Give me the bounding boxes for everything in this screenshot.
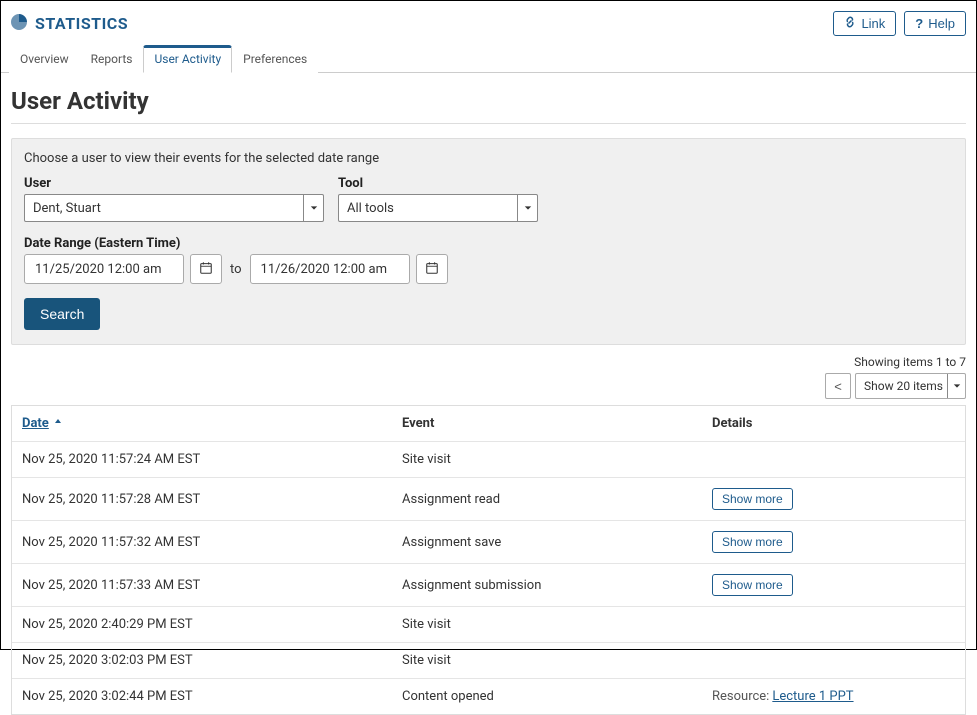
show-more-button[interactable]: Show more (712, 574, 793, 596)
cell-details: Show more (702, 564, 965, 606)
tab-overview[interactable]: Overview (9, 45, 80, 73)
cell-event: Content opened (392, 679, 702, 714)
cell-event: Site visit (392, 607, 702, 642)
cell-event: Site visit (392, 442, 702, 477)
cell-details: Resource:Lecture 1 PPT (702, 679, 965, 714)
user-label: User (24, 176, 324, 191)
sort-asc-icon (49, 416, 63, 431)
show-more-button[interactable]: Show more (712, 488, 793, 510)
statistics-icon (11, 14, 27, 34)
date-to-input[interactable]: 11/26/2020 12:00 am (250, 254, 410, 284)
cell-details (702, 643, 965, 678)
cell-event: Site visit (392, 643, 702, 678)
chevron-down-icon (947, 374, 965, 398)
cell-date: Nov 25, 2020 3:02:03 PM EST (12, 643, 392, 678)
cell-date: Nov 25, 2020 11:57:32 AM EST (12, 521, 392, 563)
resource-label: Resource: (712, 689, 769, 704)
tab-reports[interactable]: Reports (80, 45, 144, 73)
cell-event: Assignment read (392, 478, 702, 520)
cell-details (702, 442, 965, 477)
table-row: Nov 25, 2020 11:57:28 AM ESTAssignment r… (12, 478, 965, 521)
cell-event: Assignment save (392, 521, 702, 563)
date-from-input[interactable]: 11/25/2020 12:00 am (24, 254, 184, 284)
cell-details: Show more (702, 521, 965, 563)
date-range-label: Date Range (Eastern Time) (24, 236, 448, 251)
filter-description: Choose a user to view their events for t… (24, 151, 953, 166)
divider (11, 123, 966, 124)
calendar-icon (199, 261, 213, 278)
calendar-icon (425, 261, 439, 278)
cell-details (702, 607, 965, 642)
link-button[interactable]: Link (833, 11, 896, 36)
cell-event: Assignment submission (392, 564, 702, 606)
help-icon: ? (915, 16, 923, 31)
table-row: Nov 25, 2020 11:57:33 AM ESTAssignment s… (12, 564, 965, 607)
cell-date: Nov 25, 2020 11:57:28 AM EST (12, 478, 392, 520)
tab-bar: OverviewReportsUser ActivityPreferences (1, 44, 976, 73)
table-row: Nov 25, 2020 3:02:44 PM ESTContent opene… (12, 679, 965, 714)
table-row: Nov 25, 2020 2:40:29 PM ESTSite visit (12, 607, 965, 643)
showing-items-text: Showing items 1 to 7 (854, 355, 966, 369)
table-row: Nov 25, 2020 11:57:24 AM ESTSite visit (12, 442, 965, 478)
cell-date: Nov 25, 2020 11:57:24 AM EST (12, 442, 392, 477)
cell-details: Show more (702, 478, 965, 520)
cell-date: Nov 25, 2020 11:57:33 AM EST (12, 564, 392, 606)
user-select[interactable]: Dent, Stuart (24, 194, 324, 222)
search-button[interactable]: Search (24, 298, 100, 330)
calendar-from-button[interactable] (190, 254, 222, 284)
cell-date: Nov 25, 2020 2:40:29 PM EST (12, 607, 392, 642)
items-per-page-select[interactable]: Show 20 items (855, 373, 966, 399)
tab-preferences[interactable]: Preferences (232, 45, 318, 73)
tab-user-activity[interactable]: User Activity (143, 45, 232, 73)
table-row: Nov 25, 2020 11:57:32 AM ESTAssignment s… (12, 521, 965, 564)
prev-page-button[interactable]: < (825, 373, 851, 399)
column-event[interactable]: Event (392, 406, 702, 441)
chevron-down-icon (517, 195, 537, 221)
activity-table: Date Event Details Nov 25, 2020 11:57:24… (11, 405, 966, 715)
column-date[interactable]: Date (12, 406, 392, 441)
column-details[interactable]: Details (702, 406, 965, 441)
filter-panel: Choose a user to view their events for t… (11, 138, 966, 345)
link-icon (844, 16, 856, 31)
chevron-down-icon (303, 195, 323, 221)
resource-link[interactable]: Lecture 1 PPT (772, 689, 853, 704)
show-more-button[interactable]: Show more (712, 531, 793, 553)
tool-select[interactable]: All tools (338, 194, 538, 222)
calendar-to-button[interactable] (416, 254, 448, 284)
app-title: STATISTICS (35, 14, 128, 33)
table-header-row: Date Event Details (12, 406, 965, 442)
help-button[interactable]: ? Help (904, 11, 966, 36)
to-label: to (228, 262, 244, 277)
page-title: User Activity (1, 73, 976, 123)
tool-label: Tool (338, 176, 538, 191)
cell-date: Nov 25, 2020 3:02:44 PM EST (12, 679, 392, 714)
table-row: Nov 25, 2020 3:02:03 PM ESTSite visit (12, 643, 965, 679)
